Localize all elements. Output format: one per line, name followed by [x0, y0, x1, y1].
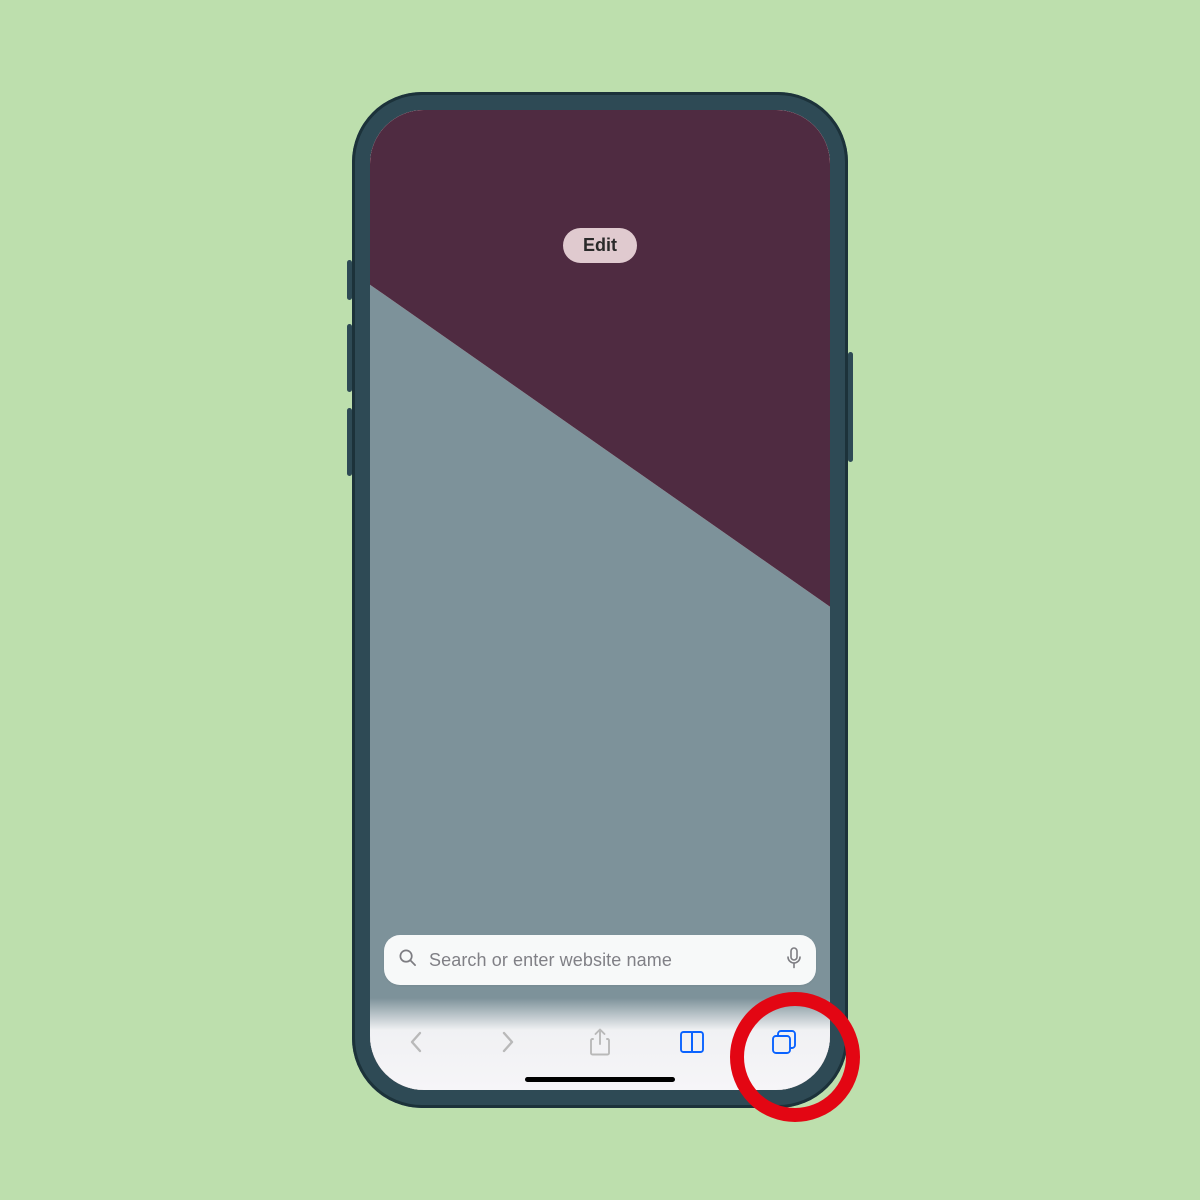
address-search-field[interactable]: Search or enter website name [384, 935, 816, 985]
forward-button[interactable] [492, 1026, 524, 1058]
home-indicator[interactable] [525, 1077, 675, 1082]
tabs-button[interactable] [768, 1026, 800, 1058]
power-button[interactable] [848, 352, 853, 462]
mute-switch[interactable] [347, 260, 352, 300]
share-button[interactable] [584, 1026, 616, 1058]
back-button[interactable] [400, 1026, 432, 1058]
edit-start-page-button[interactable]: Edit [563, 228, 637, 263]
safari-toolbar [370, 1018, 830, 1066]
volume-up-button[interactable] [347, 324, 352, 392]
phone-frame: 4:15 [352, 92, 848, 1108]
screen: 4:15 [370, 110, 830, 1090]
search-icon [398, 948, 417, 972]
microphone-icon[interactable] [786, 947, 802, 974]
edit-label: Edit [583, 235, 617, 255]
safari-bottom-bar: Search or enter website name [370, 935, 830, 1090]
search-placeholder: Search or enter website name [429, 950, 786, 971]
volume-down-button[interactable] [347, 408, 352, 476]
bookmarks-button[interactable] [676, 1026, 708, 1058]
